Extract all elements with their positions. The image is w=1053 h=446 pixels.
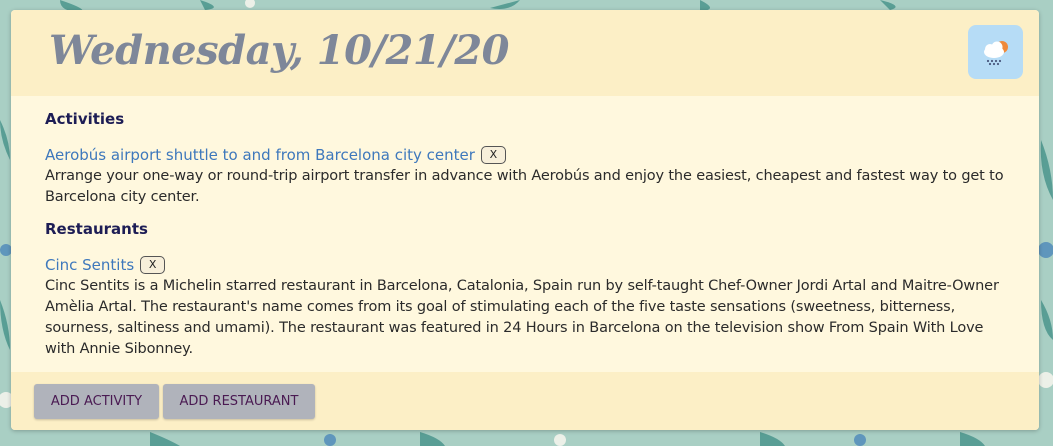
card-footer: ADD ACTIVITY ADD RESTAURANT xyxy=(11,372,1039,430)
list-item: Cinc Sentits X Cinc Sentits is a Micheli… xyxy=(45,256,1005,360)
card-body: Activities Aerobús airport shuttle to an… xyxy=(45,110,1005,372)
remove-activity-button[interactable]: X xyxy=(480,146,506,164)
activity-link[interactable]: Aerobús airport shuttle to and from Barc… xyxy=(45,146,475,164)
restaurant-link[interactable]: Cinc Sentits xyxy=(45,256,134,274)
list-item: Aerobús airport shuttle to and from Barc… xyxy=(45,146,1005,208)
restaurant-description: Cinc Sentits is a Michelin starred resta… xyxy=(45,278,999,357)
weather-button[interactable] xyxy=(968,25,1023,79)
restaurants-section: Restaurants Cinc Sentits X Cinc Sentits … xyxy=(45,220,1005,360)
add-restaurant-button[interactable]: ADD RESTAURANT xyxy=(163,384,315,419)
card-header: Wednesday, 10/21/20 xyxy=(11,10,1039,96)
rain-cloud-sun-icon xyxy=(983,41,1008,66)
remove-restaurant-button[interactable]: X xyxy=(140,256,166,274)
activities-heading: Activities xyxy=(45,110,125,128)
day-title: Wednesday, 10/21/20 xyxy=(49,27,510,74)
add-activity-button[interactable]: ADD ACTIVITY xyxy=(34,384,159,419)
restaurants-heading: Restaurants xyxy=(45,220,148,238)
activity-row: Aerobús airport shuttle to and from Barc… xyxy=(45,146,1005,164)
activity-description: Arrange your one-way or round-trip airpo… xyxy=(45,168,1004,205)
restaurant-row: Cinc Sentits X xyxy=(45,256,1005,274)
day-card: Wednesday, 10/21/20 Activities Aerobús a… xyxy=(11,10,1039,430)
activities-section: Activities Aerobús airport shuttle to an… xyxy=(45,110,1005,208)
